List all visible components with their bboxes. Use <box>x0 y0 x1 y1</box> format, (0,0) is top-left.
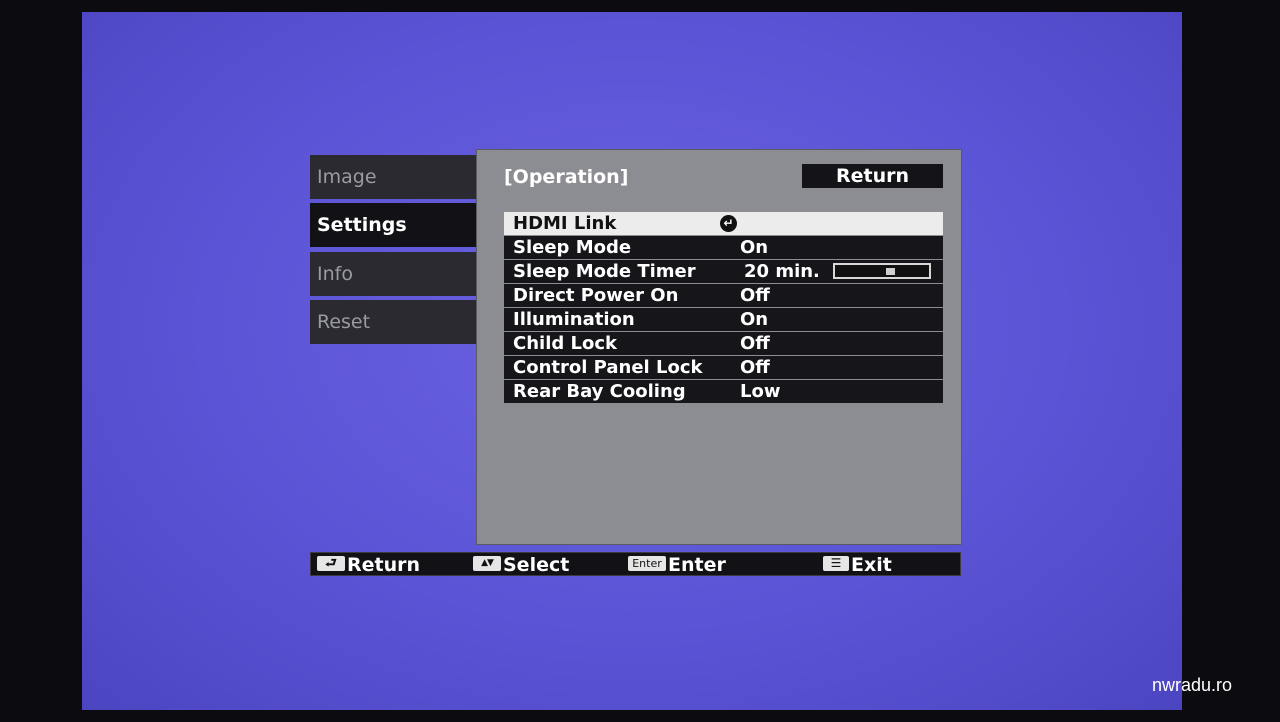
tab-info[interactable]: Info <box>310 252 476 296</box>
guide-select-label: Select <box>503 554 570 576</box>
row-label: Child Lock <box>513 333 617 354</box>
row-sleep-mode[interactable]: Sleep Mode On <box>504 236 943 259</box>
row-value: Low <box>740 381 781 402</box>
guide-exit-label: Exit <box>851 554 892 576</box>
enter-arrow-icon: ↵ <box>720 215 737 232</box>
row-value: Off <box>740 285 770 306</box>
sleep-timer-slider[interactable] <box>833 263 931 279</box>
slider-handle[interactable] <box>886 268 895 275</box>
watermark: nwradu.ro <box>1152 675 1233 695</box>
row-value: 20 min. <box>744 261 820 282</box>
tab-image[interactable]: Image <box>310 155 476 199</box>
return-button[interactable]: Return <box>802 164 943 188</box>
up-down-key-icon: ▲▼ <box>473 556 501 571</box>
guide-select: ▲▼ Select <box>473 553 570 576</box>
enter-key-icon: Enter <box>628 556 666 571</box>
return-key-icon: ⮐ <box>317 556 345 571</box>
row-value: On <box>740 309 769 330</box>
row-control-panel-lock[interactable]: Control Panel Lock Off <box>504 356 943 379</box>
menu-key-icon: ☰ <box>823 556 849 571</box>
guide-exit: ☰ Exit <box>823 553 892 576</box>
guide-enter: Enter Enter <box>628 553 726 576</box>
row-label: Illumination <box>513 309 635 330</box>
row-label: Sleep Mode Timer <box>513 261 696 282</box>
row-value: Off <box>740 333 770 354</box>
row-label: HDMI Link <box>513 213 617 234</box>
tab-reset[interactable]: Reset <box>310 300 476 344</box>
button-guide-bar: ⮐ Return ▲▼ Select Enter Enter ☰ Exit <box>310 552 961 576</box>
row-illumination[interactable]: Illumination On <box>504 308 943 331</box>
row-label: Direct Power On <box>513 285 679 306</box>
page-title: [Operation] <box>504 166 629 188</box>
row-value: On <box>740 237 769 258</box>
row-child-lock[interactable]: Child Lock Off <box>504 332 943 355</box>
row-label: Sleep Mode <box>513 237 632 258</box>
row-direct-power-on[interactable]: Direct Power On Off <box>504 284 943 307</box>
guide-return-label: Return <box>347 554 421 576</box>
guide-return: ⮐ Return <box>317 553 421 576</box>
guide-enter-label: Enter <box>668 554 726 576</box>
row-sleep-mode-timer[interactable]: Sleep Mode Timer 20 min. <box>504 260 943 283</box>
row-hdmi-link[interactable]: HDMI Link ↵ <box>504 212 943 235</box>
row-rear-bay-cooling[interactable]: Rear Bay Cooling Low <box>504 380 943 403</box>
row-value: Off <box>740 357 770 378</box>
row-label: Control Panel Lock <box>513 357 703 378</box>
tab-settings[interactable]: Settings <box>310 203 490 247</box>
row-label: Rear Bay Cooling <box>513 381 686 402</box>
settings-list: HDMI Link ↵ Sleep Mode On Sleep Mode Tim… <box>504 212 943 404</box>
